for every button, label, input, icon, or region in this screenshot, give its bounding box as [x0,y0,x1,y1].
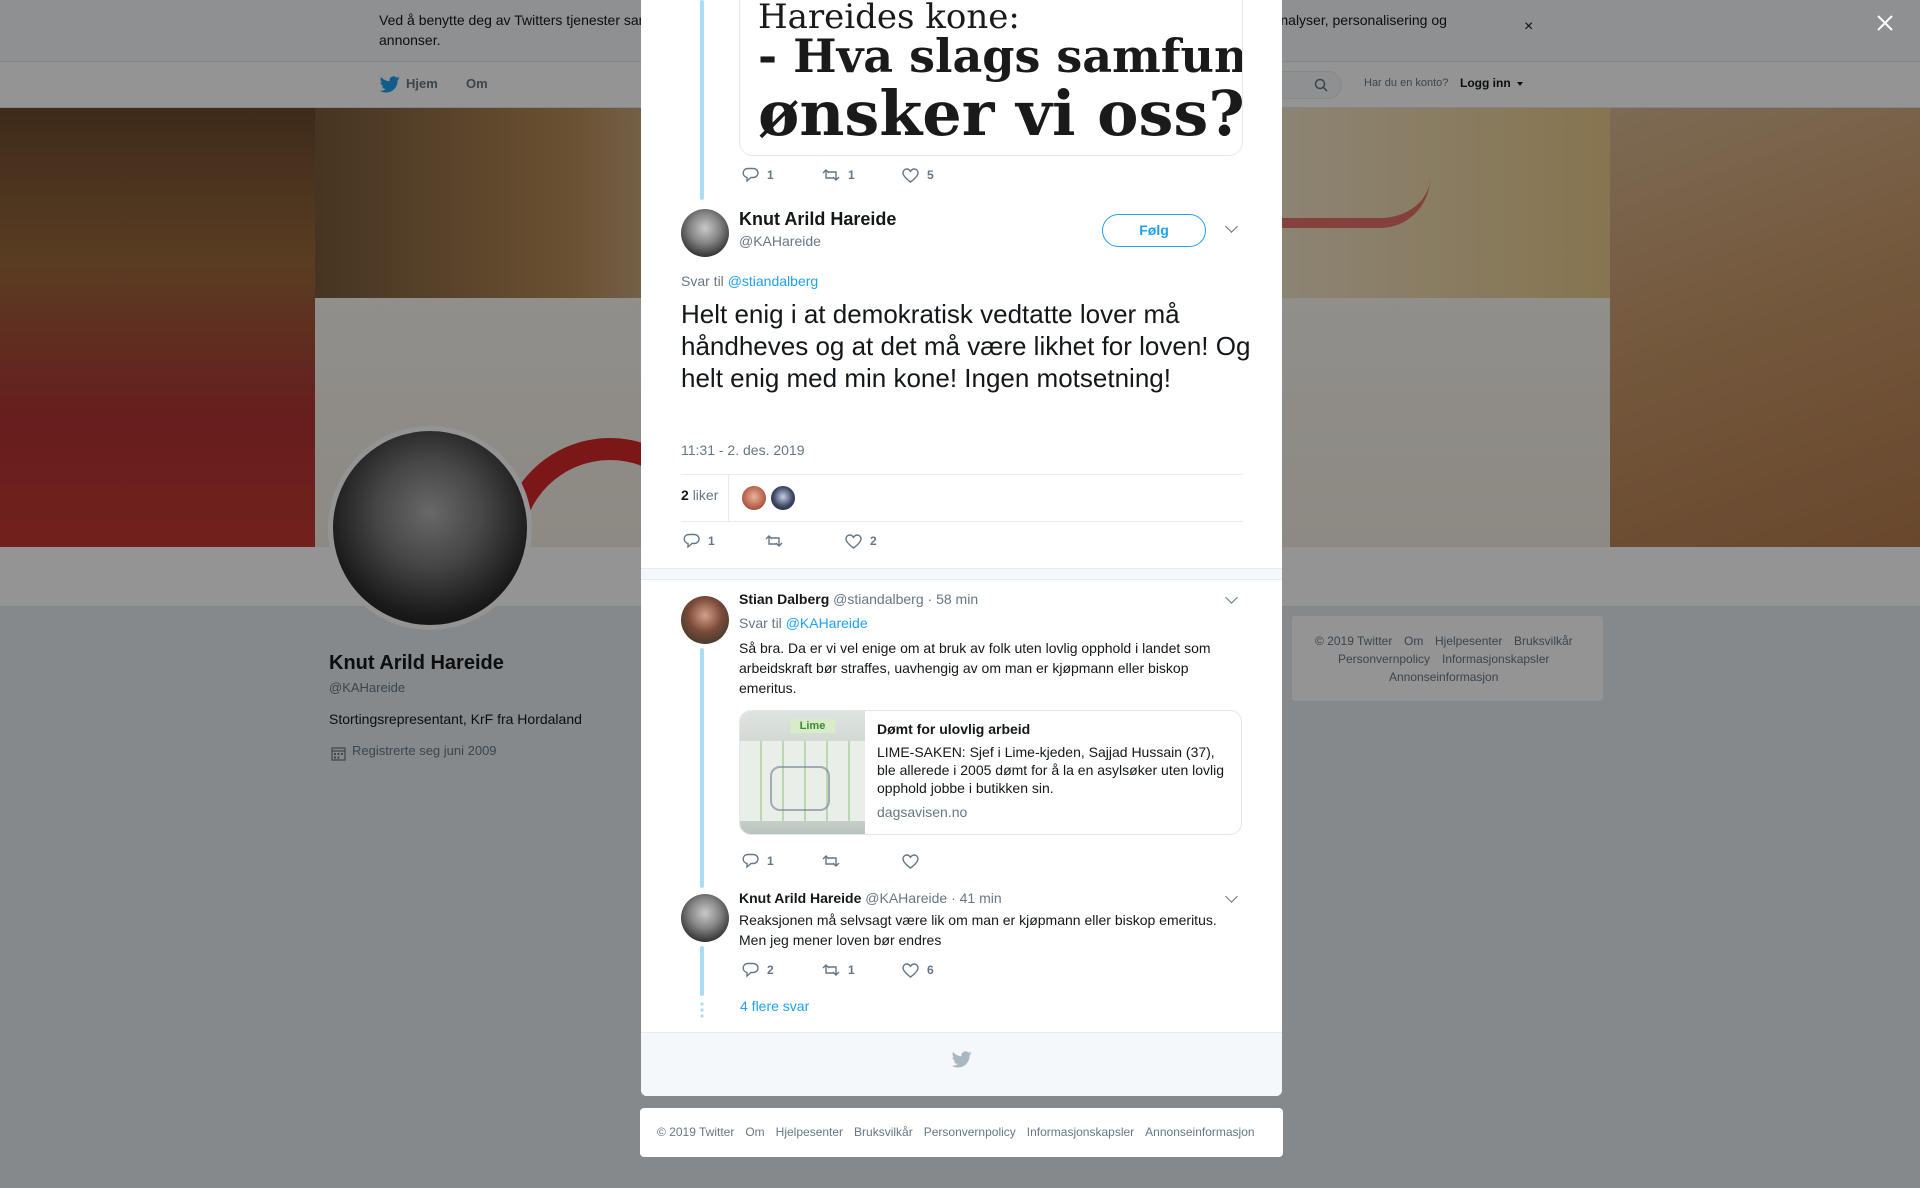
parent-media-image[interactable]: Hareides kone: - Hva slags samfunn ønske… [739,0,1243,156]
like-action[interactable]: 5 [902,167,982,183]
reply-time[interactable]: · 41 min [951,890,1002,906]
reply-actions: 2 1 6 [742,962,982,978]
reply-avatar[interactable] [681,596,729,644]
twitter-bird-icon [952,1051,972,1068]
retweet-icon [822,964,840,976]
page-footer: © 2019 Twitter Om Hjelpesenter Bruksvilk… [640,1108,1283,1157]
reply-action[interactable]: 2 [742,962,822,978]
image-text-line-2: - Hva slags samfunn [758,29,1243,83]
retweet-action[interactable]: 1 [822,167,902,183]
link-card-domain: dagsavisen.no [877,804,968,820]
likes-stat[interactable]: 2 liker [681,487,718,503]
reply-to-link[interactable]: @stiandalberg [728,273,819,289]
tweet-stats: 2 liker [681,474,1243,522]
thread-line [700,0,704,200]
more-replies-link[interactable]: 4 flere svar [740,998,809,1014]
main-tweet-name[interactable]: Knut Arild Hareide [739,209,896,230]
footer-about[interactable]: Om [745,1125,764,1139]
reply-prefix: Svar til [681,273,724,289]
footer-help[interactable]: Hjelpesenter [776,1125,843,1139]
reply-icon [742,167,759,183]
reply-avatar[interactable] [681,894,729,942]
main-tweet-timestamp[interactable]: 11:31 - 2. des. 2019 [681,442,805,458]
link-card-description: LIME-SAKEN: Sjef i Lime-kjeden, Sajjad H… [877,744,1225,796]
image-text-line-3: ønsker vi oss? [758,77,1243,150]
main-tweet-avatar[interactable] [681,209,729,257]
footer-copyright[interactable]: © 2019 Twitter [657,1125,734,1139]
retweet-action[interactable] [822,853,902,869]
lime-sign: Lime [790,719,835,733]
thread-line [700,946,704,996]
reply-text: Reaksjonen må selvsagt være lik om man e… [739,912,1217,948]
like-action[interactable]: 2 [845,533,925,549]
reply-handle[interactable]: @KAHareide [865,890,947,906]
footer-cookies[interactable]: Informasjonskapsler [1027,1125,1134,1139]
tweet-menu-caret-icon[interactable] [1225,220,1238,233]
main-reply-context: Svar til @stiandalberg [681,273,818,289]
footer-privacy[interactable]: Personvernpolicy [924,1125,1016,1139]
reply-action[interactable]: 1 [742,167,822,183]
section-divider [641,568,1282,580]
main-tweet-text: Helt enig i at demokratisk vedtatte love… [681,299,1251,393]
reply-action[interactable]: 1 [683,533,765,549]
retweet-action[interactable] [765,533,845,549]
tweet-menu-caret-icon[interactable] [1225,591,1238,604]
reply-icon [683,533,700,549]
retweet-icon [765,535,783,547]
link-card[interactable]: Lime Dømt for ulovlig arbeid LIME-SAKEN:… [739,710,1242,835]
retweet-icon [822,169,840,181]
like-action[interactable]: 6 [902,962,982,978]
thread-line [700,648,704,888]
link-card-title: Dømt for ulovlig arbeid [877,721,1031,737]
reply-name[interactable]: Stian Dalberg [739,591,829,607]
liker-avatar[interactable] [771,486,795,510]
close-icon[interactable] [1876,14,1894,32]
stats-divider [728,475,729,521]
footer-ads-info[interactable]: Annonseinformasjon [1145,1125,1254,1139]
tweet-modal: Hareides kone: - Hva slags samfunn ønske… [641,0,1282,1096]
main-tweet-actions: 1 2 [683,533,925,549]
heart-icon [845,533,862,549]
heart-icon [902,853,919,869]
reply-action[interactable]: 1 [742,853,822,869]
parent-tweet-actions: 1 1 5 [742,167,982,183]
reply-icon [742,962,759,978]
footer-links: © 2019 Twitter Om Hjelpesenter Bruksvilk… [657,1125,1255,1139]
reply-name[interactable]: Knut Arild Hareide [739,890,861,906]
retweet-action[interactable]: 1 [822,962,902,978]
heart-icon [902,167,919,183]
modal-footer [641,1032,1282,1096]
reply-context: Svar til @KAHareide [739,615,868,631]
reply-header: Knut Arild Hareide @KAHareide · 41 min [739,890,1002,906]
reply-handle[interactable]: @stiandalberg [833,591,924,607]
reply-text: Så bra. Da er vi vel enige om at bruk av… [739,640,1211,696]
reply-icon [742,853,759,869]
more-dots-icon [700,1002,704,1018]
main-tweet-handle[interactable]: @KAHareide [739,233,821,249]
tweet-menu-caret-icon[interactable] [1225,890,1238,903]
follow-button[interactable]: Følg [1102,214,1206,247]
link-card-image: Lime [740,711,865,834]
footer-terms[interactable]: Bruksvilkår [854,1125,913,1139]
reply-time[interactable]: · 58 min [928,591,979,607]
retweet-icon [822,855,840,867]
like-action[interactable] [902,853,982,869]
liker-avatar[interactable] [742,486,766,510]
heart-icon [902,962,919,978]
reply-header: Stian Dalberg @stiandalberg · 58 min [739,591,978,607]
reply-actions: 1 [742,853,982,869]
reply-to-link[interactable]: @KAHareide [786,615,868,631]
